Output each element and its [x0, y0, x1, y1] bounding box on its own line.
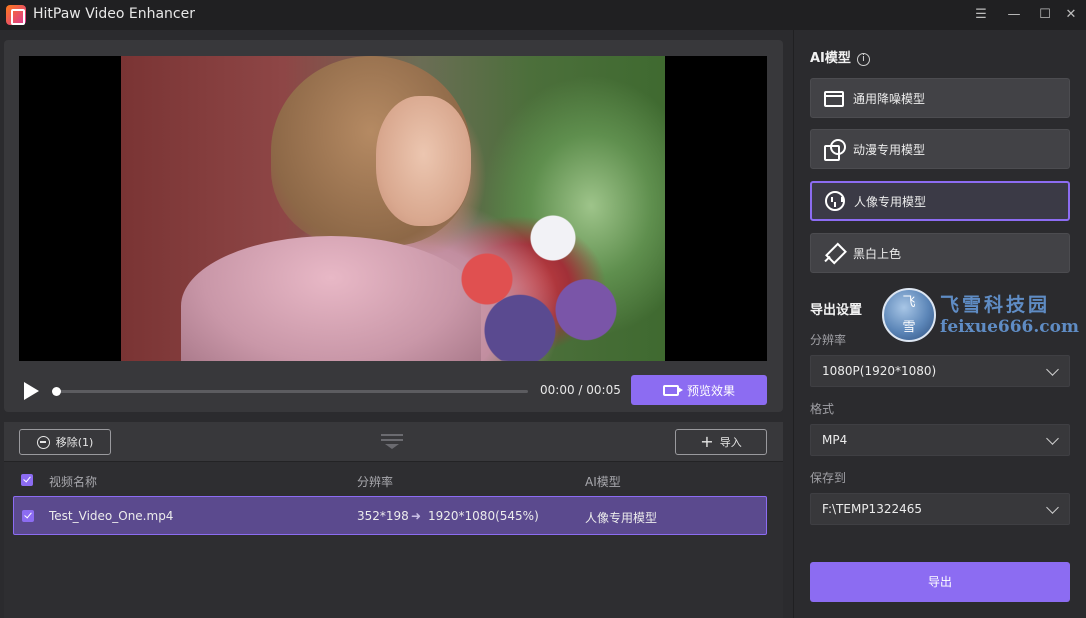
arrow-right-icon: ➜: [411, 509, 422, 523]
format-select[interactable]: MP4: [810, 424, 1070, 456]
format-value: MP4: [822, 433, 848, 447]
export-settings-title: 导出设置: [810, 303, 863, 318]
model-label: 黑白上色: [853, 246, 902, 261]
minus-circle-icon: [36, 435, 50, 449]
watermark-text-en: feixue666.com: [940, 317, 1079, 337]
resolution-label: 分辨率: [810, 333, 847, 347]
row-model: 人像专用模型: [585, 511, 658, 525]
video-frame: [121, 56, 665, 361]
video-flowers: [421, 156, 641, 361]
colorize-icon: [824, 243, 844, 263]
clapper-icon: [824, 91, 844, 107]
progress-bar[interactable]: [52, 387, 528, 396]
video-player[interactable]: [19, 56, 767, 361]
export-button[interactable]: 导出: [810, 562, 1070, 602]
list-header: 视频名称 分辨率 AI模型: [4, 466, 783, 494]
import-label: 导入: [719, 436, 742, 449]
chevron-down-icon: [1046, 363, 1059, 376]
source-resolution: 352*198: [357, 509, 409, 523]
info-icon[interactable]: i: [856, 53, 870, 66]
close-icon[interactable]: ✕: [1060, 4, 1082, 26]
chevron-down-icon: [1046, 432, 1059, 445]
app-title: HitPaw Video Enhancer: [33, 6, 195, 22]
model-general-denoise-button[interactable]: 通用降噪模型: [810, 78, 1070, 118]
ai-model-title: AI模型 i: [810, 47, 870, 66]
column-header-resolution: 分辨率: [357, 475, 394, 489]
preview-effect-button[interactable]: 预览效果: [631, 375, 767, 405]
maximize-icon[interactable]: ☐: [1034, 4, 1056, 26]
watermark-text-cn: 飞雪科技园: [940, 294, 1051, 316]
watermark-seal: 飞 雪: [882, 288, 936, 342]
save-path-select[interactable]: F:\TEMP1322465: [810, 493, 1070, 525]
import-button[interactable]: + 导入: [675, 429, 767, 455]
time-display: 00:00 / 00:05: [540, 383, 621, 397]
list-toolbar: 移除(1) + 导入: [4, 422, 783, 462]
model-colorize-button[interactable]: 黑白上色: [810, 233, 1070, 273]
preview-effect-label: 预览效果: [686, 383, 735, 398]
remove-label: 移除(1): [55, 436, 94, 449]
video-camera-icon: [662, 384, 683, 396]
model-anime-button[interactable]: 动漫专用模型: [810, 129, 1070, 169]
select-all-checkbox[interactable]: [21, 474, 33, 486]
chevron-down-icon: [1046, 501, 1059, 514]
file-name: Test_Video_One.mp4: [49, 509, 174, 523]
play-icon[interactable]: [24, 382, 40, 400]
column-header-model: AI模型: [585, 475, 621, 489]
model-portrait-button[interactable]: 人像专用模型: [810, 181, 1070, 221]
column-header-name: 视频名称: [49, 475, 98, 489]
file-list-panel: 移除(1) + 导入 视频名称 分辨率 AI模型 Test_Video_One.…: [4, 422, 783, 618]
resolution-select[interactable]: 1080P(1920*1080): [810, 355, 1070, 387]
plus-icon: +: [700, 432, 714, 451]
target-resolution: 1920*1080(545%): [428, 509, 539, 523]
remove-button[interactable]: 移除(1): [19, 429, 111, 455]
menu-icon[interactable]: ☰: [970, 4, 992, 26]
format-label: 格式: [810, 402, 835, 416]
minimize-icon[interactable]: —: [1003, 4, 1025, 26]
table-row[interactable]: Test_Video_One.mp4 352*198 ➜ 1920*1080(5…: [13, 496, 767, 535]
portrait-icon: [825, 191, 845, 211]
progress-knob[interactable]: [52, 387, 61, 396]
preview-panel: 00:00 / 00:05 预览效果: [4, 40, 783, 412]
save-to-label: 保存到: [810, 471, 847, 485]
app-logo-icon: [6, 5, 26, 25]
title-bar: HitPaw Video Enhancer ☰ — ☐ ✕: [0, 0, 1086, 30]
resolution-value: 1080P(1920*1080): [822, 364, 937, 378]
model-label: 通用降噪模型: [853, 91, 926, 106]
ai-model-title-text: AI模型: [810, 51, 851, 66]
row-checkbox[interactable]: [22, 510, 34, 522]
save-path-value: F:\TEMP1322465: [822, 502, 923, 516]
model-label: 人像专用模型: [854, 194, 927, 209]
anime-icon: [824, 139, 846, 161]
collapse-handle-icon[interactable]: [381, 434, 403, 450]
model-label: 动漫专用模型: [853, 142, 926, 157]
